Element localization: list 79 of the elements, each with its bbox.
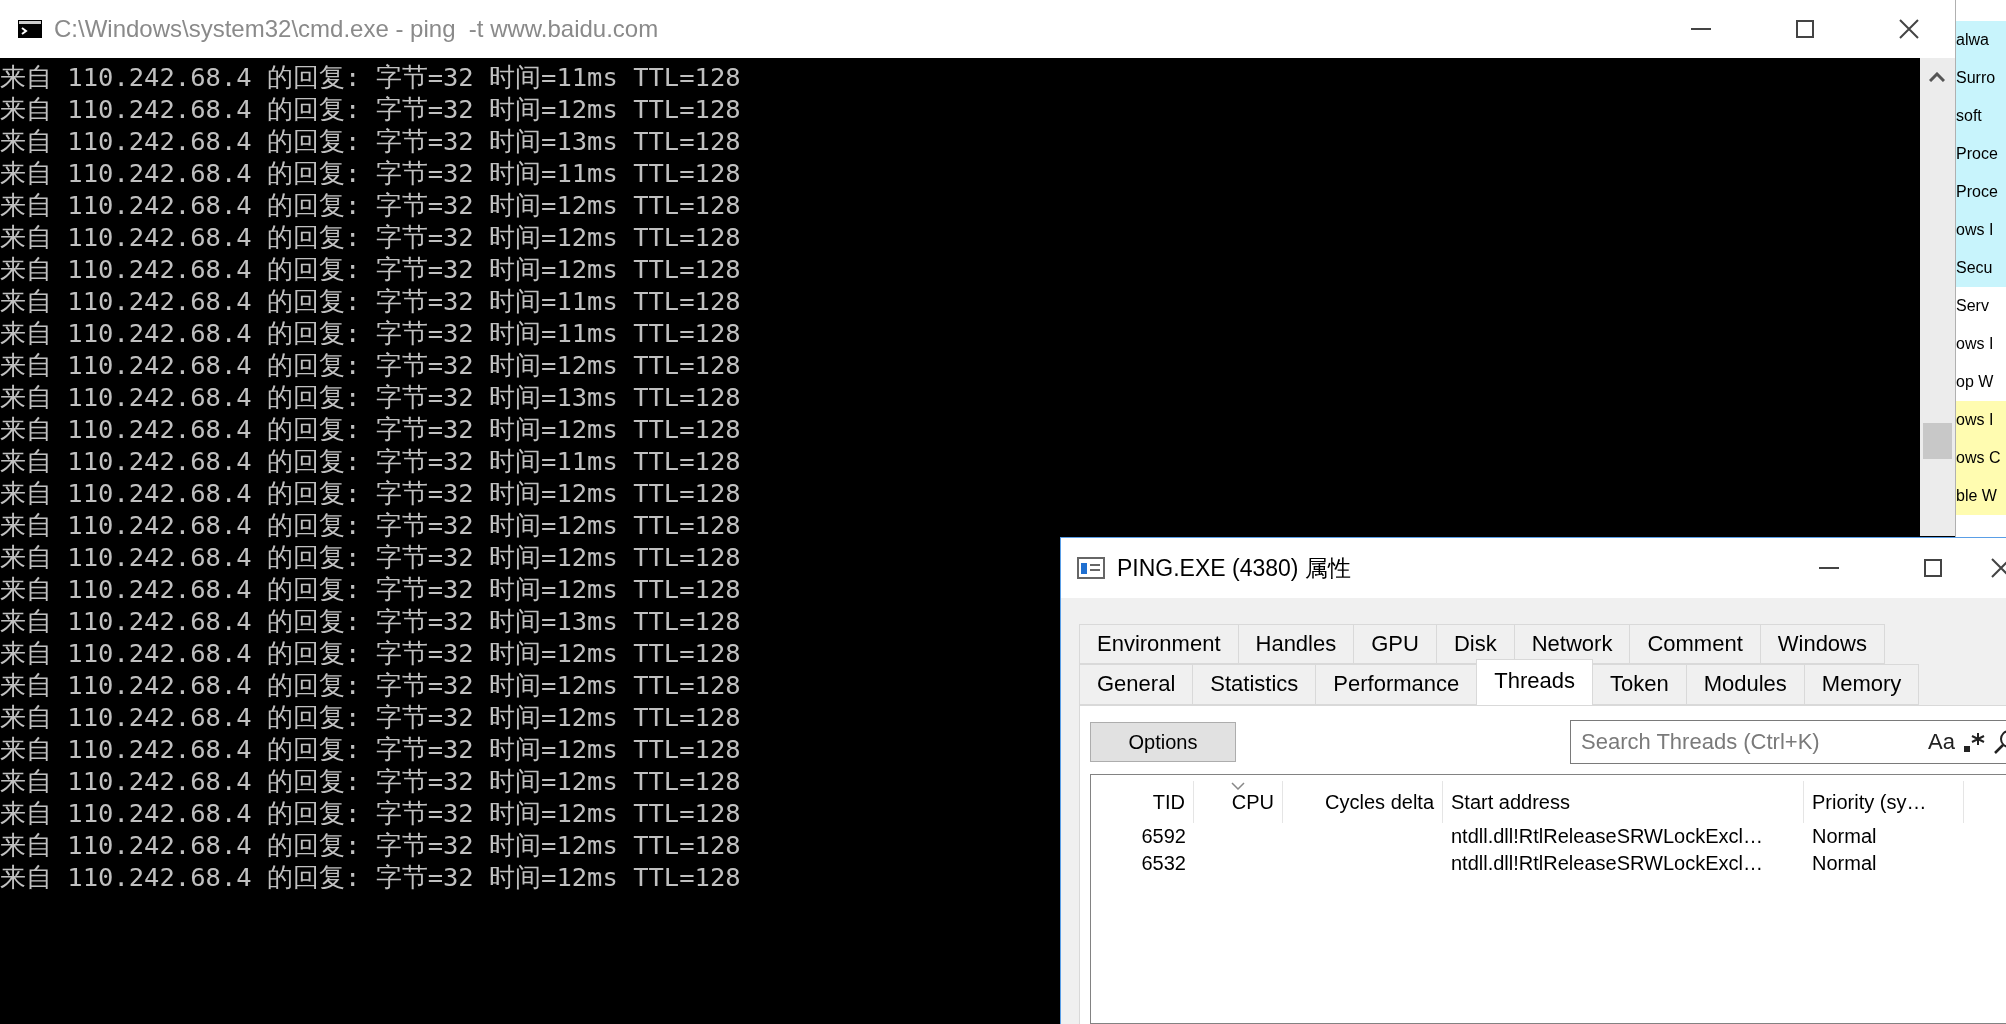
tab[interactable]: Statistics xyxy=(1192,664,1317,705)
tab[interactable]: Environment xyxy=(1079,624,1239,664)
process-name[interactable]: soft xyxy=(1956,97,2006,135)
console-line: 来自 110.242.68.4 的回复: 字节=32 时间=12ms TTL=128 xyxy=(0,189,741,221)
maximize-icon[interactable] xyxy=(1796,20,1814,38)
console-line: 来自 110.242.68.4 的回复: 字节=32 时间=12ms TTL=128 xyxy=(0,701,741,733)
process-name[interactable]: ows I xyxy=(1956,211,2006,249)
process-name[interactable]: Proce xyxy=(1956,173,2006,211)
console-line: 来自 110.242.68.4 的回复: 字节=32 时间=12ms TTL=128 xyxy=(0,93,741,125)
tab[interactable]: Threads xyxy=(1476,659,1593,705)
console-line: 来自 110.242.68.4 的回复: 字节=32 时间=11ms TTL=128 xyxy=(0,61,741,93)
table-cell-text: 6592 xyxy=(1140,825,1187,848)
process-name[interactable]: Secu xyxy=(1956,249,2006,287)
scrollbar[interactable] xyxy=(1920,58,1955,536)
scrollbar-thumb[interactable] xyxy=(1923,423,1952,459)
table-cell-text: ntdll.dll!RtlReleaseSRWLockExcl… xyxy=(1450,825,1764,848)
console-line: 来自 110.242.68.4 的回复: 字节=32 时间=12ms TTL=128 xyxy=(0,477,741,509)
console-line: 来自 110.242.68.4 的回复: 字节=32 时间=12ms TTL=128 xyxy=(0,765,741,797)
tab[interactable]: Comment xyxy=(1629,624,1761,664)
console-line: 来自 110.242.68.4 的回复: 字节=32 时间=12ms TTL=128 xyxy=(0,733,741,765)
close-icon[interactable] xyxy=(1899,19,1919,39)
tab[interactable]: Memory xyxy=(1803,664,1920,705)
regex-icon[interactable] xyxy=(1963,731,1985,753)
console-line: 来自 110.242.68.4 的回复: 字节=32 时间=12ms TTL=128 xyxy=(0,253,741,285)
match-case-toggle[interactable]: Aa xyxy=(1928,729,1955,755)
tab[interactable]: Windows xyxy=(1759,624,1885,664)
process-name[interactable]: ows C xyxy=(1956,439,2006,477)
column-header[interactable]: Cycles delta xyxy=(1283,781,1443,823)
thread-row[interactable]: 6532 ntdll.dll!RtlReleaseSRWLockExcl… Normal xyxy=(1091,850,2006,877)
table-cell-text: 6532 xyxy=(1140,852,1187,875)
table-cell-text: Normal xyxy=(1811,852,1878,875)
sort-icon xyxy=(1231,782,1245,790)
console-line: 来自 110.242.68.4 的回复: 字节=32 时间=11ms TTL=128 xyxy=(0,317,741,349)
console-line: 来自 110.242.68.4 的回复: 字节=32 时间=12ms TTL=128 xyxy=(0,829,741,861)
tab[interactable]: General xyxy=(1079,664,1194,705)
console-line: 来自 110.242.68.4 的回复: 字节=32 时间=11ms TTL=128 xyxy=(0,445,741,477)
process-name[interactable]: Surro xyxy=(1956,59,2006,97)
process-name[interactable]: ows I xyxy=(1956,401,2006,439)
console-line: 来自 110.242.68.4 的回复: 字节=32 时间=12ms TTL=128 xyxy=(0,509,741,541)
console-line: 来自 110.242.68.4 的回复: 字节=32 时间=12ms TTL=128 xyxy=(0,797,741,829)
tab[interactable]: Token xyxy=(1592,664,1687,705)
column-header[interactable]: TID xyxy=(1091,781,1194,823)
process-name[interactable]: Proce xyxy=(1956,135,2006,173)
console-line: 来自 110.242.68.4 的回复: 字节=32 时间=12ms TTL=128 xyxy=(0,541,741,573)
process-name[interactable]: ble W xyxy=(1956,477,2006,515)
window-icon xyxy=(1077,557,1105,579)
console-line: 来自 110.242.68.4 的回复: 字节=32 时间=13ms TTL=128 xyxy=(0,605,741,637)
tab[interactable]: Network xyxy=(1513,624,1631,664)
console-line: 来自 110.242.68.4 的回复: 字节=32 时间=13ms TTL=128 xyxy=(0,125,741,157)
column-header[interactable]: Start address xyxy=(1443,781,1804,823)
tab[interactable]: GPU xyxy=(1353,624,1437,664)
column-header[interactable]: CPU xyxy=(1194,781,1283,823)
window-title: PING.EXE (4380) 属性 xyxy=(1117,553,1352,583)
options-button[interactable]: Options xyxy=(1090,722,1236,762)
table-cell-text: ntdll.dll!RtlReleaseSRWLockExcl… xyxy=(1450,852,1764,875)
console-icon xyxy=(18,20,42,38)
console-line: 来自 110.242.68.4 的回复: 字节=32 时间=12ms TTL=128 xyxy=(0,861,741,893)
column-header[interactable]: Priority (sy… xyxy=(1804,781,1964,823)
console-line: 来自 110.242.68.4 的回复: 字节=32 时间=12ms TTL=128 xyxy=(0,573,741,605)
thread-row[interactable]: 6592 ntdll.dll!RtlReleaseSRWLockExcl… Normal xyxy=(1091,823,2006,850)
scroll-up-icon[interactable] xyxy=(1929,72,1945,82)
console-line: 来自 110.242.68.4 的回复: 字节=32 时间=12ms TTL=128 xyxy=(0,413,741,445)
console-line: 来自 110.242.68.4 的回复: 字节=32 时间=12ms TTL=128 xyxy=(0,637,741,669)
console-line: 来自 110.242.68.4 的回复: 字节=32 时间=12ms TTL=128 xyxy=(0,221,741,253)
tab[interactable]: Modules xyxy=(1685,664,1805,705)
tab[interactable]: Handles xyxy=(1237,624,1355,664)
process-name[interactable]: alwa xyxy=(1956,21,2006,59)
tab[interactable]: Performance xyxy=(1315,664,1478,705)
console-line: 来自 110.242.68.4 的回复: 字节=32 时间=12ms TTL=128 xyxy=(0,349,741,381)
tab[interactable]: Disk xyxy=(1435,624,1515,664)
maximize-icon[interactable] xyxy=(1924,559,1942,577)
table-cell-text: Normal xyxy=(1811,825,1878,848)
search-field[interactable]: Search Threads (Ctrl+K) Aa xyxy=(1570,720,2006,764)
console-line: 来自 110.242.68.4 的回复: 字节=32 时间=13ms TTL=128 xyxy=(0,381,741,413)
window-title: C:\Windows\system32\cmd.exe - ping -t www.baidu.com xyxy=(54,15,660,43)
console-line: 来自 110.242.68.4 的回复: 字节=32 时间=12ms TTL=128 xyxy=(0,669,741,701)
close-icon[interactable] xyxy=(1991,558,2006,578)
console-line: 来自 110.242.68.4 的回复: 字节=32 时间=11ms TTL=128 xyxy=(0,285,741,317)
console-line: 来自 110.242.68.4 的回复: 字节=32 时间=11ms TTL=128 xyxy=(0,157,741,189)
